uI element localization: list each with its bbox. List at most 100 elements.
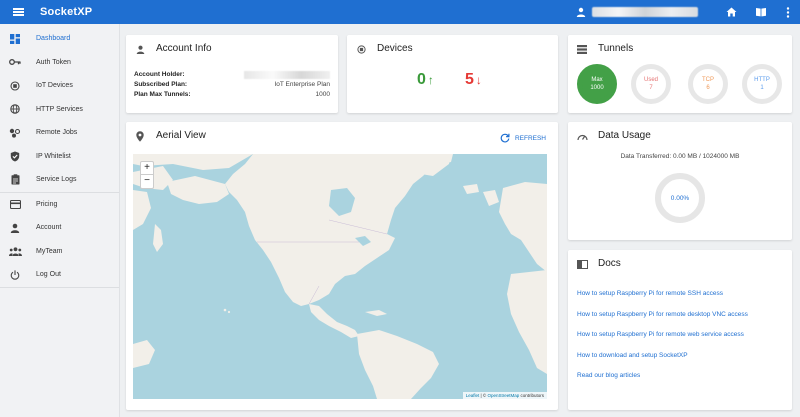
- account-holder-row: Account Holder:: [134, 71, 330, 79]
- data-usage-gauge: 0.00%: [655, 173, 705, 223]
- tunnel-used-value: 7: [649, 85, 653, 91]
- sidebar-item-log-out[interactable]: Log Out: [0, 263, 119, 287]
- osm-link[interactable]: OpenStreetMap: [487, 393, 519, 398]
- tunnels-card: Tunnels Max 1000 Used 7 TCP 6 HTTP 1: [568, 35, 792, 113]
- world-map[interactable]: + − Leaflet | © OpenStreetMap contributo…: [133, 154, 547, 399]
- sidebar-item-http-services[interactable]: HTTP Services: [0, 98, 119, 122]
- subscribed-plan-value: IoT Enterprise Plan: [274, 81, 330, 88]
- sidebar-item-label: Pricing: [36, 200, 58, 208]
- tunnel-http-label: HTTP: [754, 77, 770, 83]
- attribution-suffix: contributors: [519, 393, 544, 398]
- top-app-bar: SocketXP: [0, 0, 800, 24]
- tunnel-list-icon: [576, 43, 588, 55]
- arrow-down-icon: ↓: [475, 73, 482, 87]
- sidebar-item-label: Remote Jobs: [36, 129, 78, 137]
- book-icon: [576, 258, 588, 270]
- doc-link-ssh[interactable]: How to setup Raspberry Pi for remote SSH…: [577, 290, 723, 297]
- sidebar-nav: Dashboard Auth Token IoT Devices HTTP Se…: [0, 24, 120, 417]
- devices-online-count[interactable]: 0 ↑: [417, 71, 434, 89]
- sidebar-item-label: Log Out: [36, 271, 61, 279]
- subscribed-plan-label: Subscribed Plan:: [134, 81, 188, 88]
- devices-online-value: 0: [417, 71, 426, 88]
- plan-max-tunnels-row: Plan Max Tunnels: 1000: [134, 91, 330, 98]
- user-email-redacted[interactable]: [592, 7, 698, 17]
- jobs-icon: [8, 126, 22, 140]
- sidebar-item-label: Account: [36, 224, 62, 232]
- tunnel-tcp-gauge: TCP 6: [688, 64, 728, 104]
- data-usage-percent: 0.00%: [670, 194, 690, 202]
- sidebar-item-iot-devices[interactable]: IoT Devices: [0, 74, 119, 98]
- tunnel-used-label: Used: [643, 77, 658, 83]
- sidebar-item-account[interactable]: Account: [0, 216, 119, 240]
- sidebar-item-auth-token[interactable]: Auth Token: [0, 51, 119, 75]
- sidebar-item-remote-jobs[interactable]: Remote Jobs: [0, 121, 119, 145]
- sidebar-item-pricing[interactable]: Pricing: [0, 193, 119, 217]
- device-icon: [8, 79, 22, 93]
- sidebar-item-service-logs[interactable]: Service Logs: [0, 168, 119, 192]
- sidebar-divider: [0, 286, 119, 288]
- person-icon: [8, 221, 22, 235]
- doc-link-download[interactable]: How to download and setup SocketXP: [577, 352, 688, 359]
- map-attribution: Leaflet | © OpenStreetMap contributors: [462, 392, 547, 399]
- aerial-view-card: Aerial View REFRESH + − Leaflet | © Open…: [126, 122, 558, 410]
- zoom-out-button[interactable]: −: [141, 175, 153, 188]
- more-vertical-icon[interactable]: [776, 0, 800, 24]
- doc-link-blog[interactable]: Read our blog articles: [577, 372, 640, 379]
- sidebar-item-label: HTTP Services: [36, 105, 83, 113]
- sidebar-item-label: Service Logs: [36, 176, 77, 184]
- plan-max-tunnels-value: 1000: [315, 91, 330, 98]
- data-transferred-text: Data Transferred: 0.00 MB / 1024000 MB: [620, 153, 740, 160]
- doc-link-web-service[interactable]: How to setup Raspberry Pi for remote web…: [577, 331, 744, 338]
- doc-link-vnc[interactable]: How to setup Raspberry Pi for remote des…: [577, 311, 748, 318]
- sidebar-item-label: MyTeam: [36, 247, 63, 255]
- tunnel-max-gauge: Max 1000: [577, 64, 617, 104]
- key-icon: [8, 55, 22, 69]
- power-icon: [8, 268, 22, 282]
- devices-offline-count[interactable]: 5 ↓: [465, 71, 482, 89]
- docs-card: Docs How to setup Raspberry Pi for remot…: [568, 250, 792, 410]
- sidebar-item-ip-whitelist[interactable]: IP Whitelist: [0, 145, 119, 169]
- app-brand: SocketXP: [40, 6, 93, 18]
- map-zoom-control: + −: [140, 161, 154, 189]
- tunnel-used-gauge: Used 7: [631, 64, 671, 104]
- card-title: Data Usage: [598, 130, 651, 141]
- sidebar-item-dashboard[interactable]: Dashboard: [0, 27, 119, 51]
- leaflet-link[interactable]: Leaflet: [466, 393, 480, 398]
- group-icon: [8, 244, 22, 258]
- tunnel-max-value: 1000: [590, 85, 604, 91]
- refresh-button[interactable]: REFRESH: [500, 133, 546, 143]
- sidebar-item-label: IoT Devices: [36, 82, 73, 90]
- subscribed-plan-row: Subscribed Plan: IoT Enterprise Plan: [134, 81, 330, 88]
- map-pin-icon: [134, 130, 146, 142]
- refresh-icon: [500, 133, 510, 143]
- globe-icon: [8, 102, 22, 116]
- sidebar-item-label: Auth Token: [36, 58, 71, 66]
- tunnel-max-label: Max: [591, 77, 603, 83]
- devices-card[interactable]: Devices 0 ↑ 5 ↓: [347, 35, 558, 113]
- book-icon[interactable]: [746, 0, 776, 24]
- sidebar-item-myteam[interactable]: MyTeam: [0, 240, 119, 264]
- zoom-in-button[interactable]: +: [141, 162, 153, 175]
- tunnel-http-gauge: HTTP 1: [742, 64, 782, 104]
- card-title: Docs: [598, 258, 621, 269]
- person-icon: [134, 43, 146, 55]
- account-holder-label: Account Holder:: [134, 71, 185, 78]
- card-title: Aerial View: [156, 130, 206, 141]
- person-icon[interactable]: [574, 5, 588, 19]
- shield-check-icon: [8, 149, 22, 163]
- card-title: Account Info: [156, 43, 212, 54]
- map-tiles: [133, 154, 547, 399]
- refresh-label: REFRESH: [514, 134, 546, 142]
- device-icon: [355, 43, 367, 55]
- plan-max-tunnels-label: Plan Max Tunnels:: [134, 91, 191, 98]
- devices-offline-value: 5: [465, 71, 474, 88]
- home-icon[interactable]: [716, 0, 746, 24]
- clipboard-icon: [8, 173, 22, 187]
- credit-card-icon: [8, 197, 22, 211]
- hamburger-menu-icon[interactable]: [0, 0, 36, 24]
- card-title: Tunnels: [598, 43, 634, 54]
- card-title: Devices: [377, 43, 413, 54]
- tunnel-tcp-label: TCP: [702, 77, 714, 83]
- account-info-card: Account Info Account Holder: Subscribed …: [126, 35, 338, 113]
- data-usage-card: Data Usage Data Transferred: 0.00 MB / 1…: [568, 122, 792, 240]
